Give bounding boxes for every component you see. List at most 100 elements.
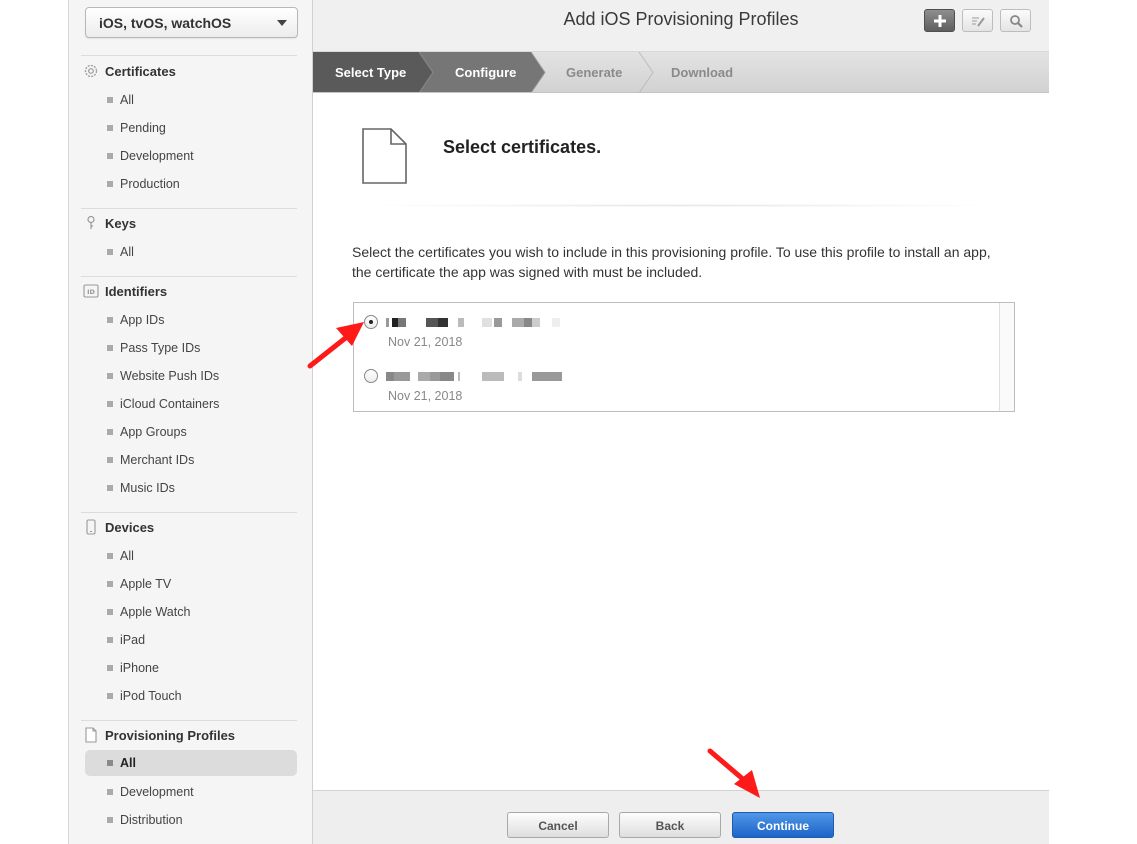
bullet <box>107 429 113 435</box>
bullet <box>107 125 113 131</box>
scrollbar[interactable] <box>999 303 1014 411</box>
edit-button[interactable] <box>962 9 993 32</box>
certificate-date: Nov 21, 2018 <box>388 389 463 403</box>
document-icon <box>83 727 99 743</box>
sidebar-divider <box>81 512 297 513</box>
bullet <box>107 665 113 671</box>
key-icon <box>83 215 99 231</box>
sidebar-item-app-groups[interactable]: App Groups <box>85 419 297 445</box>
bullet <box>107 693 113 699</box>
sidebar-section-label: Identifiers <box>105 284 168 299</box>
sidebar-item-ipod-touch[interactable]: iPod Touch <box>85 683 297 709</box>
continue-button[interactable]: Continue <box>732 812 834 838</box>
sidebar-item-certificates-pending[interactable]: Pending <box>85 115 297 141</box>
bullet <box>107 317 113 323</box>
sidebar-item-label: Website Push IDs <box>120 369 220 383</box>
bullet <box>107 581 113 587</box>
sidebar-item-label: Production <box>120 177 180 191</box>
main-content: Select certificates. Select the certific… <box>313 93 1049 790</box>
chevron-down-icon <box>277 20 287 26</box>
certificate-date: Nov 21, 2018 <box>388 335 463 349</box>
sidebar-section-label: Provisioning Profiles <box>105 728 236 743</box>
sidebar-section-label: Keys <box>105 216 137 231</box>
sidebar-item-iphone[interactable]: iPhone <box>85 655 297 681</box>
edit-icon <box>972 17 985 27</box>
certificate-option[interactable]: Nov 21, 2018 <box>364 313 984 357</box>
plus-icon <box>934 15 946 27</box>
sidebar-item-label: Development <box>120 785 194 799</box>
bullet <box>107 760 113 766</box>
document-icon <box>362 128 407 184</box>
sidebar-item-label: App Groups <box>120 425 187 439</box>
sidebar-item-icloud-containers[interactable]: iCloud Containers <box>85 391 297 417</box>
divider <box>349 204 1013 207</box>
sidebar-item-apple-tv[interactable]: Apple TV <box>85 571 297 597</box>
bullet <box>107 345 113 351</box>
sidebar-item-certificates-development[interactable]: Development <box>85 143 297 169</box>
sidebar-item-pass-type-ids[interactable]: Pass Type IDs <box>85 335 297 361</box>
sidebar-item-label: iPad <box>120 633 146 647</box>
bullet <box>107 401 113 407</box>
device-icon <box>83 519 99 535</box>
bullet <box>107 817 113 823</box>
bullet <box>107 373 113 379</box>
bullet <box>107 181 113 187</box>
bullet <box>107 249 113 255</box>
id-icon: ID <box>83 283 99 299</box>
sidebar-item-profiles-distribution[interactable]: Distribution <box>85 807 297 833</box>
sidebar-section-label: Certificates <box>105 64 176 79</box>
gear-icon <box>83 63 99 79</box>
bullet <box>107 97 113 103</box>
page-header: Add iOS Provisioning Profiles <box>313 0 1049 52</box>
sidebar-item-label: All <box>120 93 134 107</box>
sidebar-divider <box>81 276 297 277</box>
sidebar-item-profiles-development[interactable]: Development <box>85 779 297 805</box>
bullet <box>107 457 113 463</box>
sidebar-item-ipad[interactable]: iPad <box>85 627 297 653</box>
bullet <box>107 609 113 615</box>
sidebar-section-label: Devices <box>105 520 155 535</box>
sidebar-divider <box>81 720 297 721</box>
sidebar-item-label: App IDs <box>120 313 165 327</box>
sidebar-item-label: Pass Type IDs <box>120 341 201 355</box>
back-button[interactable]: Back <box>619 812 721 838</box>
sidebar-item-label: Apple Watch <box>120 605 191 619</box>
section-title: Select certificates. <box>443 137 602 157</box>
sidebar-item-certificates-all[interactable]: All <box>85 87 297 113</box>
sidebar-item-profiles-all[interactable]: All <box>85 750 297 776</box>
cancel-button[interactable]: Cancel <box>507 812 609 838</box>
sidebar-item-apple-watch[interactable]: Apple Watch <box>85 599 297 625</box>
platform-select[interactable]: iOS, tvOS, watchOS <box>85 7 298 38</box>
step-configure: Configure <box>455 65 517 80</box>
sidebar-item-devices-all[interactable]: All <box>85 543 297 569</box>
sidebar-item-certificates-production[interactable]: Production <box>85 171 297 197</box>
search-button[interactable] <box>1000 9 1031 32</box>
sidebar-item-label: iPod Touch <box>120 689 182 703</box>
sidebar-item-label: Pending <box>120 121 166 135</box>
annotation-arrow-icon <box>307 322 364 369</box>
bullet <box>107 637 113 643</box>
sidebar-item-label: All <box>120 756 136 770</box>
step-download: Download <box>671 65 734 80</box>
bullet <box>107 153 113 159</box>
svg-text:ID: ID <box>87 288 95 296</box>
sidebar-item-label: iCloud Containers <box>120 397 220 411</box>
certificate-option[interactable]: Nov 21, 2018 <box>364 367 984 411</box>
sidebar-item-merchant-ids[interactable]: Merchant IDs <box>85 447 297 473</box>
search-icon <box>1010 15 1023 28</box>
platform-select-label: iOS, tvOS, watchOS <box>99 15 232 31</box>
add-button[interactable] <box>924 9 955 32</box>
sidebar-item-label: Apple TV <box>120 577 172 591</box>
sidebar-item-website-push-ids[interactable]: Website Push IDs <box>85 363 297 389</box>
sidebar-item-keys-all[interactable]: All <box>85 239 297 265</box>
bullet <box>107 485 113 491</box>
sidebar-item-app-ids[interactable]: App IDs <box>85 307 297 333</box>
sidebar-item-music-ids[interactable]: Music IDs <box>85 475 297 501</box>
sidebar-item-label: All <box>120 549 134 563</box>
sidebar-item-label: Merchant IDs <box>120 453 195 467</box>
sidebar: iOS, tvOS, watchOS Certificates All Pend… <box>68 0 313 844</box>
sidebar-item-label: Development <box>120 149 194 163</box>
bullet <box>107 789 113 795</box>
instructions-text: Select the certificates you wish to incl… <box>352 244 991 280</box>
annotation-arrow-icon <box>707 748 760 798</box>
